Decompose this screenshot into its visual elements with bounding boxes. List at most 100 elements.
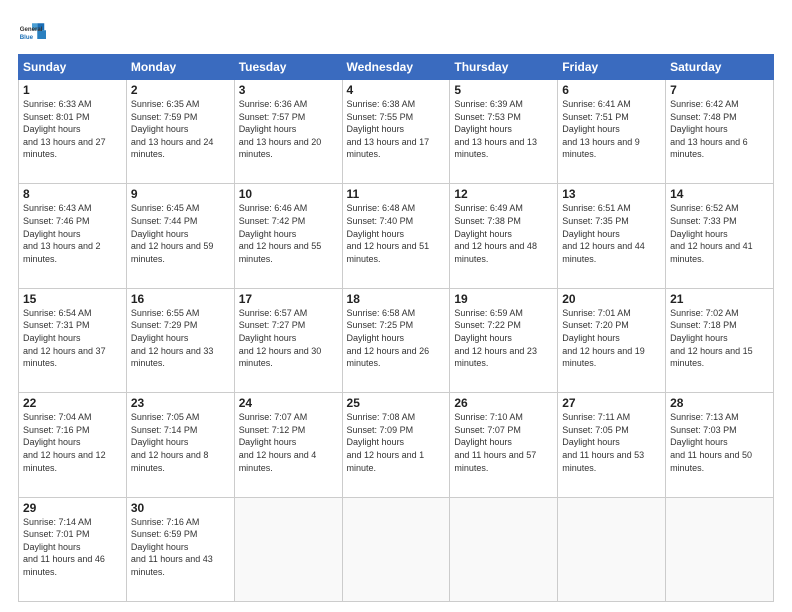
table-row: 28Sunrise: 7:13 AMSunset: 7:03 PMDayligh…: [666, 393, 774, 497]
day-number: 20: [562, 292, 661, 306]
day-info: Sunrise: 7:01 AMSunset: 7:20 PMDaylight …: [562, 307, 661, 370]
day-number: 18: [347, 292, 446, 306]
logo: General Blue: [18, 18, 46, 46]
day-info: Sunrise: 7:10 AMSunset: 7:07 PMDaylight …: [454, 411, 553, 474]
day-info: Sunrise: 6:55 AMSunset: 7:29 PMDaylight …: [131, 307, 230, 370]
table-row: 13Sunrise: 6:51 AMSunset: 7:35 PMDayligh…: [558, 184, 666, 288]
table-row: 14Sunrise: 6:52 AMSunset: 7:33 PMDayligh…: [666, 184, 774, 288]
table-row: 6Sunrise: 6:41 AMSunset: 7:51 PMDaylight…: [558, 80, 666, 184]
table-row: 11Sunrise: 6:48 AMSunset: 7:40 PMDayligh…: [342, 184, 450, 288]
table-row: 25Sunrise: 7:08 AMSunset: 7:09 PMDayligh…: [342, 393, 450, 497]
th-friday: Friday: [558, 55, 666, 80]
day-number: 8: [23, 187, 122, 201]
table-row: 17Sunrise: 6:57 AMSunset: 7:27 PMDayligh…: [234, 288, 342, 392]
calendar-page: General Blue Sunday Monday Tuesday Wedne…: [0, 0, 792, 612]
day-number: 6: [562, 83, 661, 97]
day-number: 28: [670, 396, 769, 410]
table-row: 8Sunrise: 6:43 AMSunset: 7:46 PMDaylight…: [19, 184, 127, 288]
day-number: 24: [239, 396, 338, 410]
calendar-table: Sunday Monday Tuesday Wednesday Thursday…: [18, 54, 774, 602]
table-row: 1Sunrise: 6:33 AMSunset: 8:01 PMDaylight…: [19, 80, 127, 184]
days-header-row: Sunday Monday Tuesday Wednesday Thursday…: [19, 55, 774, 80]
table-row: 12Sunrise: 6:49 AMSunset: 7:38 PMDayligh…: [450, 184, 558, 288]
table-row: 16Sunrise: 6:55 AMSunset: 7:29 PMDayligh…: [126, 288, 234, 392]
day-info: Sunrise: 6:45 AMSunset: 7:44 PMDaylight …: [131, 202, 230, 265]
day-number: 21: [670, 292, 769, 306]
day-info: Sunrise: 6:36 AMSunset: 7:57 PMDaylight …: [239, 98, 338, 161]
th-saturday: Saturday: [666, 55, 774, 80]
svg-text:Blue: Blue: [20, 34, 34, 41]
day-number: 17: [239, 292, 338, 306]
day-info: Sunrise: 6:58 AMSunset: 7:25 PMDaylight …: [347, 307, 446, 370]
table-row: 29Sunrise: 7:14 AMSunset: 7:01 PMDayligh…: [19, 497, 127, 601]
day-number: 5: [454, 83, 553, 97]
day-number: 16: [131, 292, 230, 306]
day-number: 22: [23, 396, 122, 410]
day-number: 12: [454, 187, 553, 201]
day-number: 10: [239, 187, 338, 201]
table-row: 30Sunrise: 7:16 AMSunset: 6:59 PMDayligh…: [126, 497, 234, 601]
table-row: 18Sunrise: 6:58 AMSunset: 7:25 PMDayligh…: [342, 288, 450, 392]
day-info: Sunrise: 6:43 AMSunset: 7:46 PMDaylight …: [23, 202, 122, 265]
table-row: [234, 497, 342, 601]
day-info: Sunrise: 6:57 AMSunset: 7:27 PMDaylight …: [239, 307, 338, 370]
table-row: 2Sunrise: 6:35 AMSunset: 7:59 PMDaylight…: [126, 80, 234, 184]
day-number: 26: [454, 396, 553, 410]
day-info: Sunrise: 6:35 AMSunset: 7:59 PMDaylight …: [131, 98, 230, 161]
table-row: 23Sunrise: 7:05 AMSunset: 7:14 PMDayligh…: [126, 393, 234, 497]
day-number: 15: [23, 292, 122, 306]
table-row: [666, 497, 774, 601]
th-tuesday: Tuesday: [234, 55, 342, 80]
day-info: Sunrise: 6:42 AMSunset: 7:48 PMDaylight …: [670, 98, 769, 161]
table-row: 5Sunrise: 6:39 AMSunset: 7:53 PMDaylight…: [450, 80, 558, 184]
day-info: Sunrise: 6:54 AMSunset: 7:31 PMDaylight …: [23, 307, 122, 370]
svg-text:General: General: [20, 26, 43, 33]
day-info: Sunrise: 6:51 AMSunset: 7:35 PMDaylight …: [562, 202, 661, 265]
table-row: 21Sunrise: 7:02 AMSunset: 7:18 PMDayligh…: [666, 288, 774, 392]
table-row: 7Sunrise: 6:42 AMSunset: 7:48 PMDaylight…: [666, 80, 774, 184]
th-monday: Monday: [126, 55, 234, 80]
day-info: Sunrise: 7:13 AMSunset: 7:03 PMDaylight …: [670, 411, 769, 474]
day-number: 11: [347, 187, 446, 201]
day-info: Sunrise: 6:52 AMSunset: 7:33 PMDaylight …: [670, 202, 769, 265]
day-number: 19: [454, 292, 553, 306]
table-row: 10Sunrise: 6:46 AMSunset: 7:42 PMDayligh…: [234, 184, 342, 288]
day-info: Sunrise: 7:14 AMSunset: 7:01 PMDaylight …: [23, 516, 122, 579]
table-row: 15Sunrise: 6:54 AMSunset: 7:31 PMDayligh…: [19, 288, 127, 392]
day-info: Sunrise: 7:07 AMSunset: 7:12 PMDaylight …: [239, 411, 338, 474]
day-number: 1: [23, 83, 122, 97]
day-number: 9: [131, 187, 230, 201]
day-number: 4: [347, 83, 446, 97]
day-info: Sunrise: 7:16 AMSunset: 6:59 PMDaylight …: [131, 516, 230, 579]
table-row: 4Sunrise: 6:38 AMSunset: 7:55 PMDaylight…: [342, 80, 450, 184]
table-row: 22Sunrise: 7:04 AMSunset: 7:16 PMDayligh…: [19, 393, 127, 497]
table-row: [558, 497, 666, 601]
table-row: 19Sunrise: 6:59 AMSunset: 7:22 PMDayligh…: [450, 288, 558, 392]
day-info: Sunrise: 7:02 AMSunset: 7:18 PMDaylight …: [670, 307, 769, 370]
day-info: Sunrise: 7:11 AMSunset: 7:05 PMDaylight …: [562, 411, 661, 474]
day-info: Sunrise: 6:39 AMSunset: 7:53 PMDaylight …: [454, 98, 553, 161]
table-row: 9Sunrise: 6:45 AMSunset: 7:44 PMDaylight…: [126, 184, 234, 288]
table-row: [342, 497, 450, 601]
day-info: Sunrise: 6:46 AMSunset: 7:42 PMDaylight …: [239, 202, 338, 265]
day-info: Sunrise: 6:49 AMSunset: 7:38 PMDaylight …: [454, 202, 553, 265]
day-number: 2: [131, 83, 230, 97]
day-info: Sunrise: 6:48 AMSunset: 7:40 PMDaylight …: [347, 202, 446, 265]
day-number: 23: [131, 396, 230, 410]
logo-icon: General Blue: [18, 18, 46, 46]
th-thursday: Thursday: [450, 55, 558, 80]
day-info: Sunrise: 7:04 AMSunset: 7:16 PMDaylight …: [23, 411, 122, 474]
day-info: Sunrise: 7:08 AMSunset: 7:09 PMDaylight …: [347, 411, 446, 474]
day-number: 29: [23, 501, 122, 515]
day-number: 30: [131, 501, 230, 515]
th-wednesday: Wednesday: [342, 55, 450, 80]
table-row: 27Sunrise: 7:11 AMSunset: 7:05 PMDayligh…: [558, 393, 666, 497]
day-number: 13: [562, 187, 661, 201]
day-info: Sunrise: 6:33 AMSunset: 8:01 PMDaylight …: [23, 98, 122, 161]
table-row: 24Sunrise: 7:07 AMSunset: 7:12 PMDayligh…: [234, 393, 342, 497]
th-sunday: Sunday: [19, 55, 127, 80]
day-info: Sunrise: 6:41 AMSunset: 7:51 PMDaylight …: [562, 98, 661, 161]
day-number: 14: [670, 187, 769, 201]
day-number: 27: [562, 396, 661, 410]
table-row: [450, 497, 558, 601]
